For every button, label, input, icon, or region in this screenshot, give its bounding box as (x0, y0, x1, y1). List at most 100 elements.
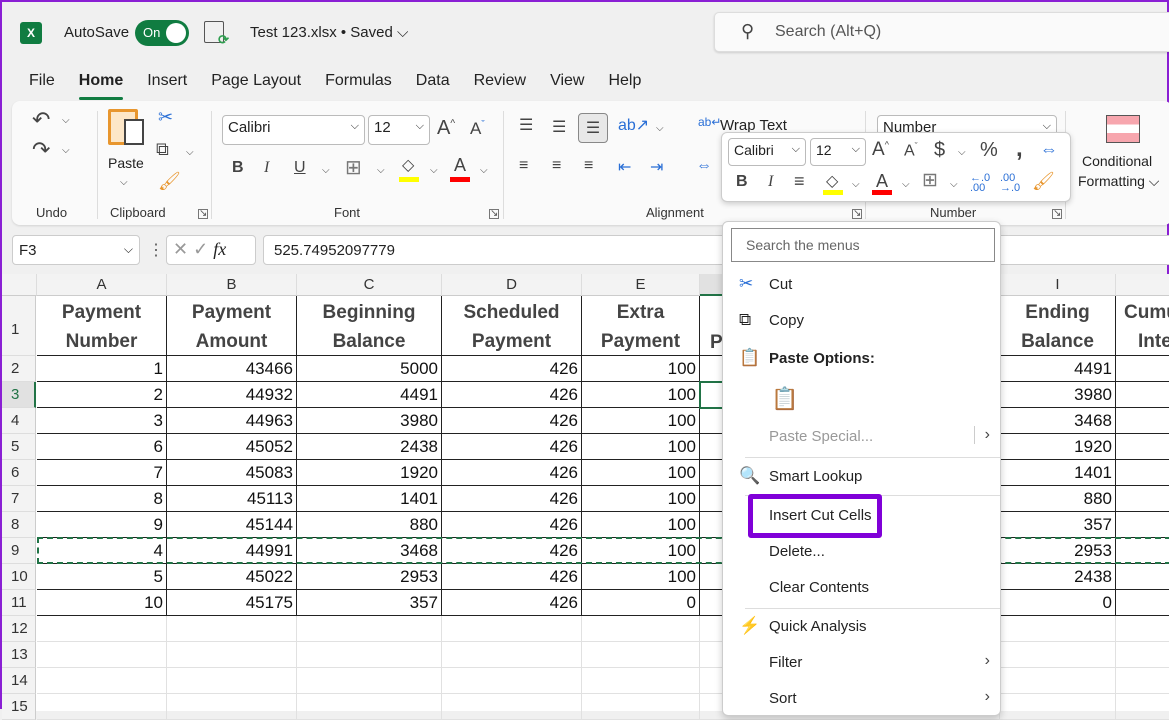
cell-c[interactable]: 357 (297, 590, 442, 616)
menu-item-filter[interactable]: Filter › (723, 648, 1002, 678)
cell-b[interactable]: 45083 (167, 460, 297, 486)
cell-c[interactable]: 4491 (297, 382, 442, 408)
header-cell-j[interactable]: Cumu Inte (1116, 296, 1169, 356)
cell-d[interactable]: 426 (442, 590, 582, 616)
row-header[interactable]: 14 (2, 668, 36, 694)
row-header[interactable]: 12 (2, 616, 36, 642)
cell-j[interactable] (1116, 486, 1169, 512)
cell-e[interactable]: 100 (582, 486, 700, 512)
tab-page-layout[interactable]: Page Layout (199, 72, 313, 96)
cell-i[interactable]: 3468 (1000, 408, 1116, 434)
empty-cell[interactable] (442, 642, 582, 668)
column-header-e[interactable]: E (582, 274, 700, 296)
mini-font-color-icon[interactable]: A (876, 171, 888, 192)
name-box[interactable]: F3 ⌵ (12, 235, 140, 265)
column-header-j[interactable] (1116, 274, 1169, 296)
underline-dropdown-icon[interactable]: ⌵ (322, 165, 330, 176)
mini-decrease-font-icon[interactable]: Aˇ (904, 141, 918, 160)
header-cell-i[interactable]: Ending Balance (1000, 296, 1116, 356)
row-header[interactable]: 13 (2, 642, 36, 668)
empty-cell[interactable] (37, 694, 167, 720)
row-header[interactable]: 8 (2, 512, 36, 538)
empty-cell[interactable] (167, 642, 297, 668)
mini-italic-icon[interactable]: I (768, 173, 773, 191)
menu-item-smart-lookup[interactable]: 🔍 Smart Lookup (723, 462, 1002, 492)
conditional-formatting-label[interactable]: Conditional (1082, 153, 1152, 169)
empty-cell[interactable] (582, 694, 700, 720)
header-cell[interactable]: Beginning Balance (297, 296, 442, 356)
cell-d[interactable]: 426 (442, 564, 582, 590)
cell-a[interactable]: 9 (37, 512, 167, 538)
cell-e[interactable]: 100 (582, 564, 700, 590)
cell-i[interactable]: 357 (1000, 512, 1116, 538)
align-bottom-icon[interactable]: ☰ (578, 113, 608, 143)
menu-item-clear-contents[interactable]: Clear Contents (723, 573, 1002, 603)
empty-cell[interactable] (1000, 642, 1116, 668)
empty-cell[interactable] (1116, 694, 1169, 720)
decrease-font-icon[interactable]: Aˇ (470, 119, 485, 139)
cell-i[interactable]: 1920 (1000, 434, 1116, 460)
clipboard-launcher-icon[interactable]: ↘ (198, 209, 208, 219)
mini-borders-icon[interactable]: ⊞ (922, 169, 938, 192)
empty-cell[interactable] (582, 616, 700, 642)
increase-font-icon[interactable]: A^ (437, 117, 455, 140)
empty-cell[interactable] (1000, 668, 1116, 694)
cancel-icon[interactable]: ✕ (173, 239, 188, 259)
empty-cell[interactable] (167, 616, 297, 642)
row-header[interactable]: 3 (2, 382, 36, 408)
mini-font-size-select[interactable]: 12 ⌵ (810, 138, 866, 166)
mini-increase-font-icon[interactable]: A^ (872, 139, 889, 161)
increase-indent-icon[interactable]: ⇥ (650, 157, 663, 177)
row-header[interactable]: 9 (2, 538, 36, 564)
cell-a[interactable]: 8 (37, 486, 167, 512)
cell-i[interactable]: 1401 (1000, 460, 1116, 486)
cell-j[interactable] (1116, 434, 1169, 460)
cell-c[interactable]: 2953 (297, 564, 442, 590)
cell-e[interactable]: 100 (582, 382, 700, 408)
cell-b[interactable]: 44963 (167, 408, 297, 434)
underline-icon[interactable]: U (294, 159, 306, 177)
font-launcher-icon[interactable]: ↘ (489, 209, 499, 219)
menu-item-sort[interactable]: Sort › (723, 684, 1002, 714)
cut-icon[interactable]: ✂ (158, 107, 173, 128)
cell-d[interactable]: 426 (442, 460, 582, 486)
cell-a[interactable]: 3 (37, 408, 167, 434)
row-header[interactable]: 11 (2, 590, 36, 616)
cell-b[interactable]: 45052 (167, 434, 297, 460)
menu-item-insert-cut-cells[interactable]: Insert Cut Cells (748, 494, 882, 538)
tab-insert[interactable]: Insert (135, 72, 199, 96)
empty-cell[interactable] (297, 694, 442, 720)
cell-e[interactable]: 100 (582, 512, 700, 538)
cell-i[interactable]: 2438 (1000, 564, 1116, 590)
header-cell[interactable]: Payment Number (37, 296, 167, 356)
mini-format-painter-icon[interactable]: 🖌 (1032, 171, 1055, 192)
autosave-toggle[interactable]: On (135, 20, 189, 46)
cell-c[interactable]: 2438 (297, 434, 442, 460)
align-center-icon[interactable]: ≡ (552, 157, 561, 175)
cell-j[interactable] (1116, 408, 1169, 434)
mini-fill-dropdown-icon[interactable]: ⌵ (852, 179, 860, 190)
empty-cell[interactable] (582, 642, 700, 668)
tab-formulas[interactable]: Formulas (313, 72, 404, 96)
font-size-select[interactable]: 12 ⌵ (368, 115, 430, 145)
cell-j[interactable] (1116, 512, 1169, 538)
tab-help[interactable]: Help (596, 72, 653, 96)
cell-b[interactable]: 45144 (167, 512, 297, 538)
column-header-i[interactable]: I (1000, 274, 1116, 296)
tab-data[interactable]: Data (404, 72, 462, 96)
empty-cell[interactable] (442, 668, 582, 694)
empty-cell[interactable] (37, 668, 167, 694)
empty-cell[interactable] (37, 616, 167, 642)
undo-icon[interactable]: ↶ (32, 107, 50, 133)
orientation-icon[interactable]: ab↗ (618, 115, 649, 135)
italic-icon[interactable]: I (264, 159, 269, 177)
row-header[interactable]: 10 (2, 564, 36, 590)
save-sync-icon[interactable] (204, 21, 229, 48)
align-left-icon[interactable]: ≡ (519, 157, 528, 175)
mini-increase-decimal-icon[interactable]: ←.0.00 (970, 173, 990, 194)
row-header[interactable]: 7 (2, 486, 36, 512)
menu-item-copy[interactable]: ⧉ Copy (723, 306, 1002, 336)
cell-d[interactable]: 426 (442, 382, 582, 408)
cell-b[interactable]: 45175 (167, 590, 297, 616)
cell-b[interactable]: 45113 (167, 486, 297, 512)
